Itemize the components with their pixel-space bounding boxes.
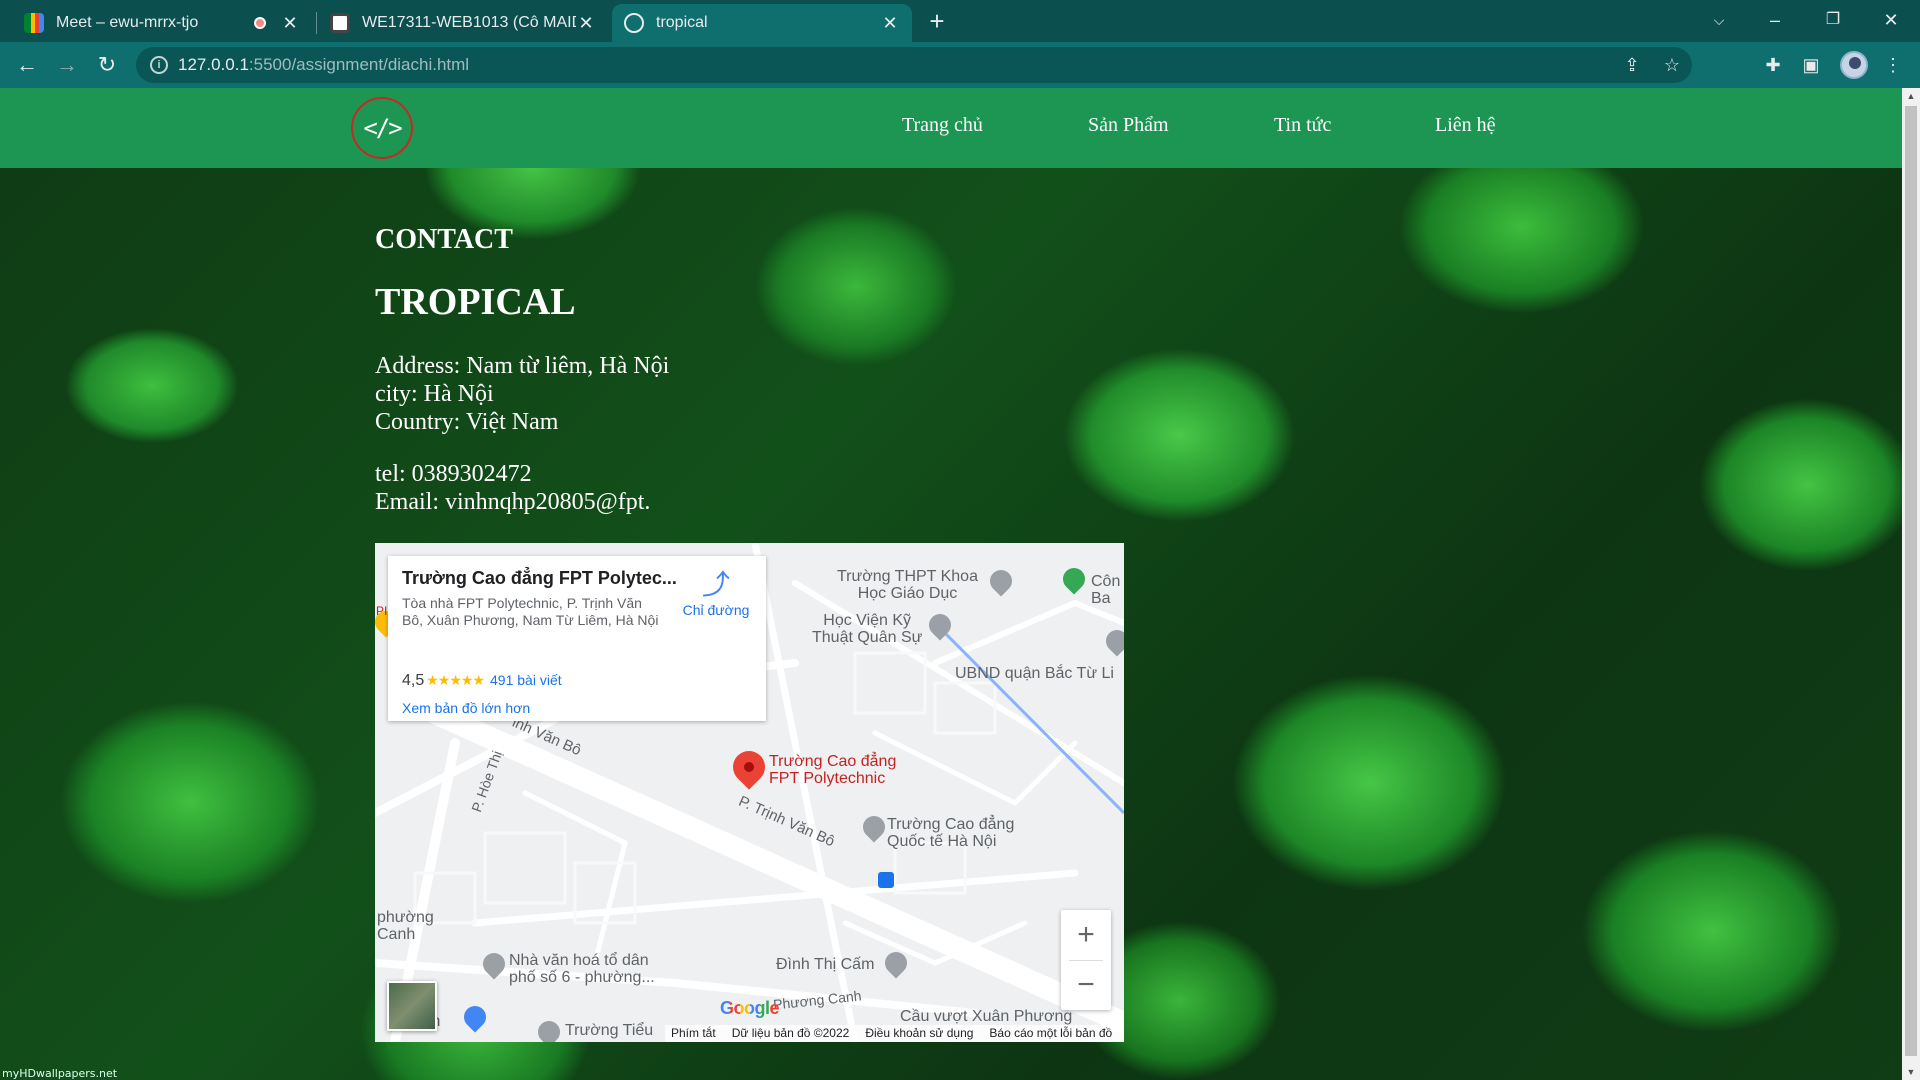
address-bar[interactable]: i 127.0.0.1:5500/assignment/diachi.html … [136, 47, 1692, 83]
place-name: Trường Cao đẳng FPT Polytec... [402, 568, 677, 588]
scrollbar-thumb[interactable] [1905, 106, 1917, 1056]
place-label-nhavanhoa[interactable]: Nhà văn hoá tổ dân phố số 6 - phường... [509, 952, 655, 986]
watermark: myHDwallpapers.net [2, 1067, 118, 1080]
tab-tropical[interactable]: tropical ✕ [612, 4, 912, 42]
place-label-fpt[interactable]: Trường Cao đẳng FPT Polytechnic [769, 753, 896, 787]
larger-map-link[interactable]: Xem bản đồ lớn hơn [402, 700, 530, 716]
rating-value: 4,5 [402, 672, 425, 689]
profile-avatar[interactable] [1840, 51, 1868, 79]
new-tab-icon[interactable]: + [922, 6, 952, 36]
close-tab-icon[interactable]: ✕ [280, 13, 300, 34]
terms-link[interactable]: Điều khoản sử dụng [865, 1026, 973, 1040]
extensions-icon[interactable]: ✚ [1760, 52, 1786, 78]
site-navbar: </> Trang chủ Sản Phẩm Tin tức Liên hệ [0, 88, 1902, 168]
bookmark-star-icon[interactable]: ☆ [1660, 53, 1684, 77]
site-info-icon[interactable]: i [150, 56, 168, 74]
place-label-hocvien[interactable]: Học Viện Kỹ Thuật Quân Sự [812, 612, 922, 646]
nav-contact[interactable]: Liên hệ [1435, 114, 1496, 137]
map-data-text: Dữ liệu bản đồ ©2022 [731, 1026, 850, 1040]
rating-stars-icon: ★★★★★ [426, 672, 485, 688]
menu-icon[interactable]: ⋮ [1880, 52, 1906, 78]
bus-stop-icon[interactable] [878, 872, 894, 888]
place-info-card: Trường Cao đẳng FPT Polytec... Tòa nhà F… [388, 556, 766, 721]
tab-title: Meet – ewu-mrrx-tjo [56, 14, 199, 31]
directions-label: Chỉ đường [682, 602, 750, 618]
share-icon[interactable]: ⇪ [1620, 53, 1644, 77]
place-label-cau-vuot[interactable]: Cầu vượt Xuân Phương [900, 1008, 1072, 1025]
restore-icon[interactable]: ❐ [1806, 0, 1860, 42]
directions-button[interactable]: ⤴ Chỉ đường [672, 568, 760, 618]
code-logo-icon[interactable]: </> [351, 97, 413, 159]
place-label-quocte[interactable]: Trường Cao đẳng Quốc tế Hà Nội [887, 816, 1014, 850]
nav-home[interactable]: Trang chủ [902, 114, 983, 137]
brand-title: TROPICAL [375, 281, 576, 323]
tab-search-icon[interactable]: ⌵ [1692, 0, 1746, 42]
zoom-divider [1069, 960, 1103, 961]
tab-title: WE17311-WEB1013 (Cô MAIDTT) [362, 14, 576, 31]
recording-icon [254, 17, 266, 29]
reviews-link[interactable]: 491 bài viết [490, 672, 562, 688]
zoom-control: + − [1061, 910, 1111, 1010]
report-error-link[interactable]: Báo cáo một lỗi bản đồ [989, 1026, 1112, 1040]
city-text: city: Hà Nội [375, 381, 494, 407]
address-text: Address: Nam từ liêm, Hà Nội [375, 353, 670, 379]
tab-classroom[interactable]: WE17311-WEB1013 (Cô MAIDTT) ✕ [318, 4, 608, 42]
tab-separator [316, 12, 317, 34]
reload-icon[interactable]: ↻ [92, 50, 122, 80]
tel-text: tel: 0389302472 [375, 461, 532, 487]
place-label-dinh[interactable]: Đình Thị Cấm [776, 956, 874, 973]
close-tab-icon[interactable]: ✕ [576, 13, 596, 34]
place-label-ubnd[interactable]: UBND quận Bắc Từ Li [955, 665, 1114, 682]
place-label-truong-tieu[interactable]: Trường Tiểu [565, 1022, 653, 1039]
browser-toolbar: ← → ↻ i 127.0.0.1:5500/assignment/diachi… [0, 42, 1920, 88]
place-label-phuong-canh: phường Canh [377, 909, 434, 943]
satellite-toggle[interactable] [387, 981, 437, 1031]
web-page: myHDwallpapers.net </> Trang chủ Sản Phẩ… [0, 88, 1902, 1080]
country-text: Country: Việt Nam [375, 409, 559, 435]
place-address: Tòa nhà FPT Polytechnic, P. Trịnh Văn Bô… [402, 595, 659, 628]
zoom-out-icon[interactable]: − [1061, 960, 1111, 1010]
place-rating: 4,5 ★★★★★ 491 bài viết [402, 672, 562, 690]
contact-heading: CONTACT [375, 224, 513, 255]
globe-icon [624, 13, 644, 33]
minimize-icon[interactable]: – [1748, 0, 1802, 42]
close-tab-icon[interactable]: ✕ [880, 13, 900, 34]
directions-icon: ⤴ [701, 569, 730, 600]
url-text: 127.0.0.1:5500/assignment/diachi.html [178, 55, 470, 74]
embedded-map[interactable]: Trường THPT Khoa Học Giáo Dục Học Viện Kỹ… [375, 543, 1124, 1042]
nav-news[interactable]: Tin tức [1274, 114, 1331, 137]
scroll-up-icon[interactable]: ▲ [1902, 88, 1920, 104]
scroll-down-icon[interactable]: ▼ [1902, 1064, 1920, 1080]
place-label-thpt[interactable]: Trường THPT Khoa Học Giáo Dục [837, 568, 978, 602]
email-text: Email: vinhnqhp20805@fpt. [375, 489, 651, 515]
google-meet-icon [24, 13, 44, 33]
tab-meet[interactable]: Meet – ewu-mrrx-tjo ✕ [12, 4, 312, 42]
close-window-icon[interactable]: ✕ [1864, 0, 1918, 42]
forward-icon[interactable]: → [52, 50, 82, 80]
back-icon[interactable]: ← [12, 50, 42, 80]
tab-title: tropical [656, 14, 708, 31]
side-panel-icon[interactable]: ▣ [1798, 52, 1824, 78]
place-label-cong[interactable]: Côn Ba [1091, 573, 1120, 607]
place-label-pi: PI [376, 604, 388, 618]
map-attribution: Phím tắt Dữ liệu bản đồ ©2022 Điều khoản s… [665, 1025, 1124, 1042]
nav-products[interactable]: Sản Phẩm [1088, 114, 1169, 137]
browser-tab-strip: Meet – ewu-mrrx-tjo ✕ WE17311-WEB1013 (C… [0, 0, 1920, 42]
keyboard-shortcuts-link[interactable]: Phím tắt [671, 1026, 716, 1040]
google-logo: Google [720, 998, 780, 1018]
zoom-in-icon[interactable]: + [1061, 910, 1111, 960]
classroom-icon [330, 13, 350, 33]
page-scrollbar[interactable]: ▲ ▼ [1902, 88, 1920, 1080]
